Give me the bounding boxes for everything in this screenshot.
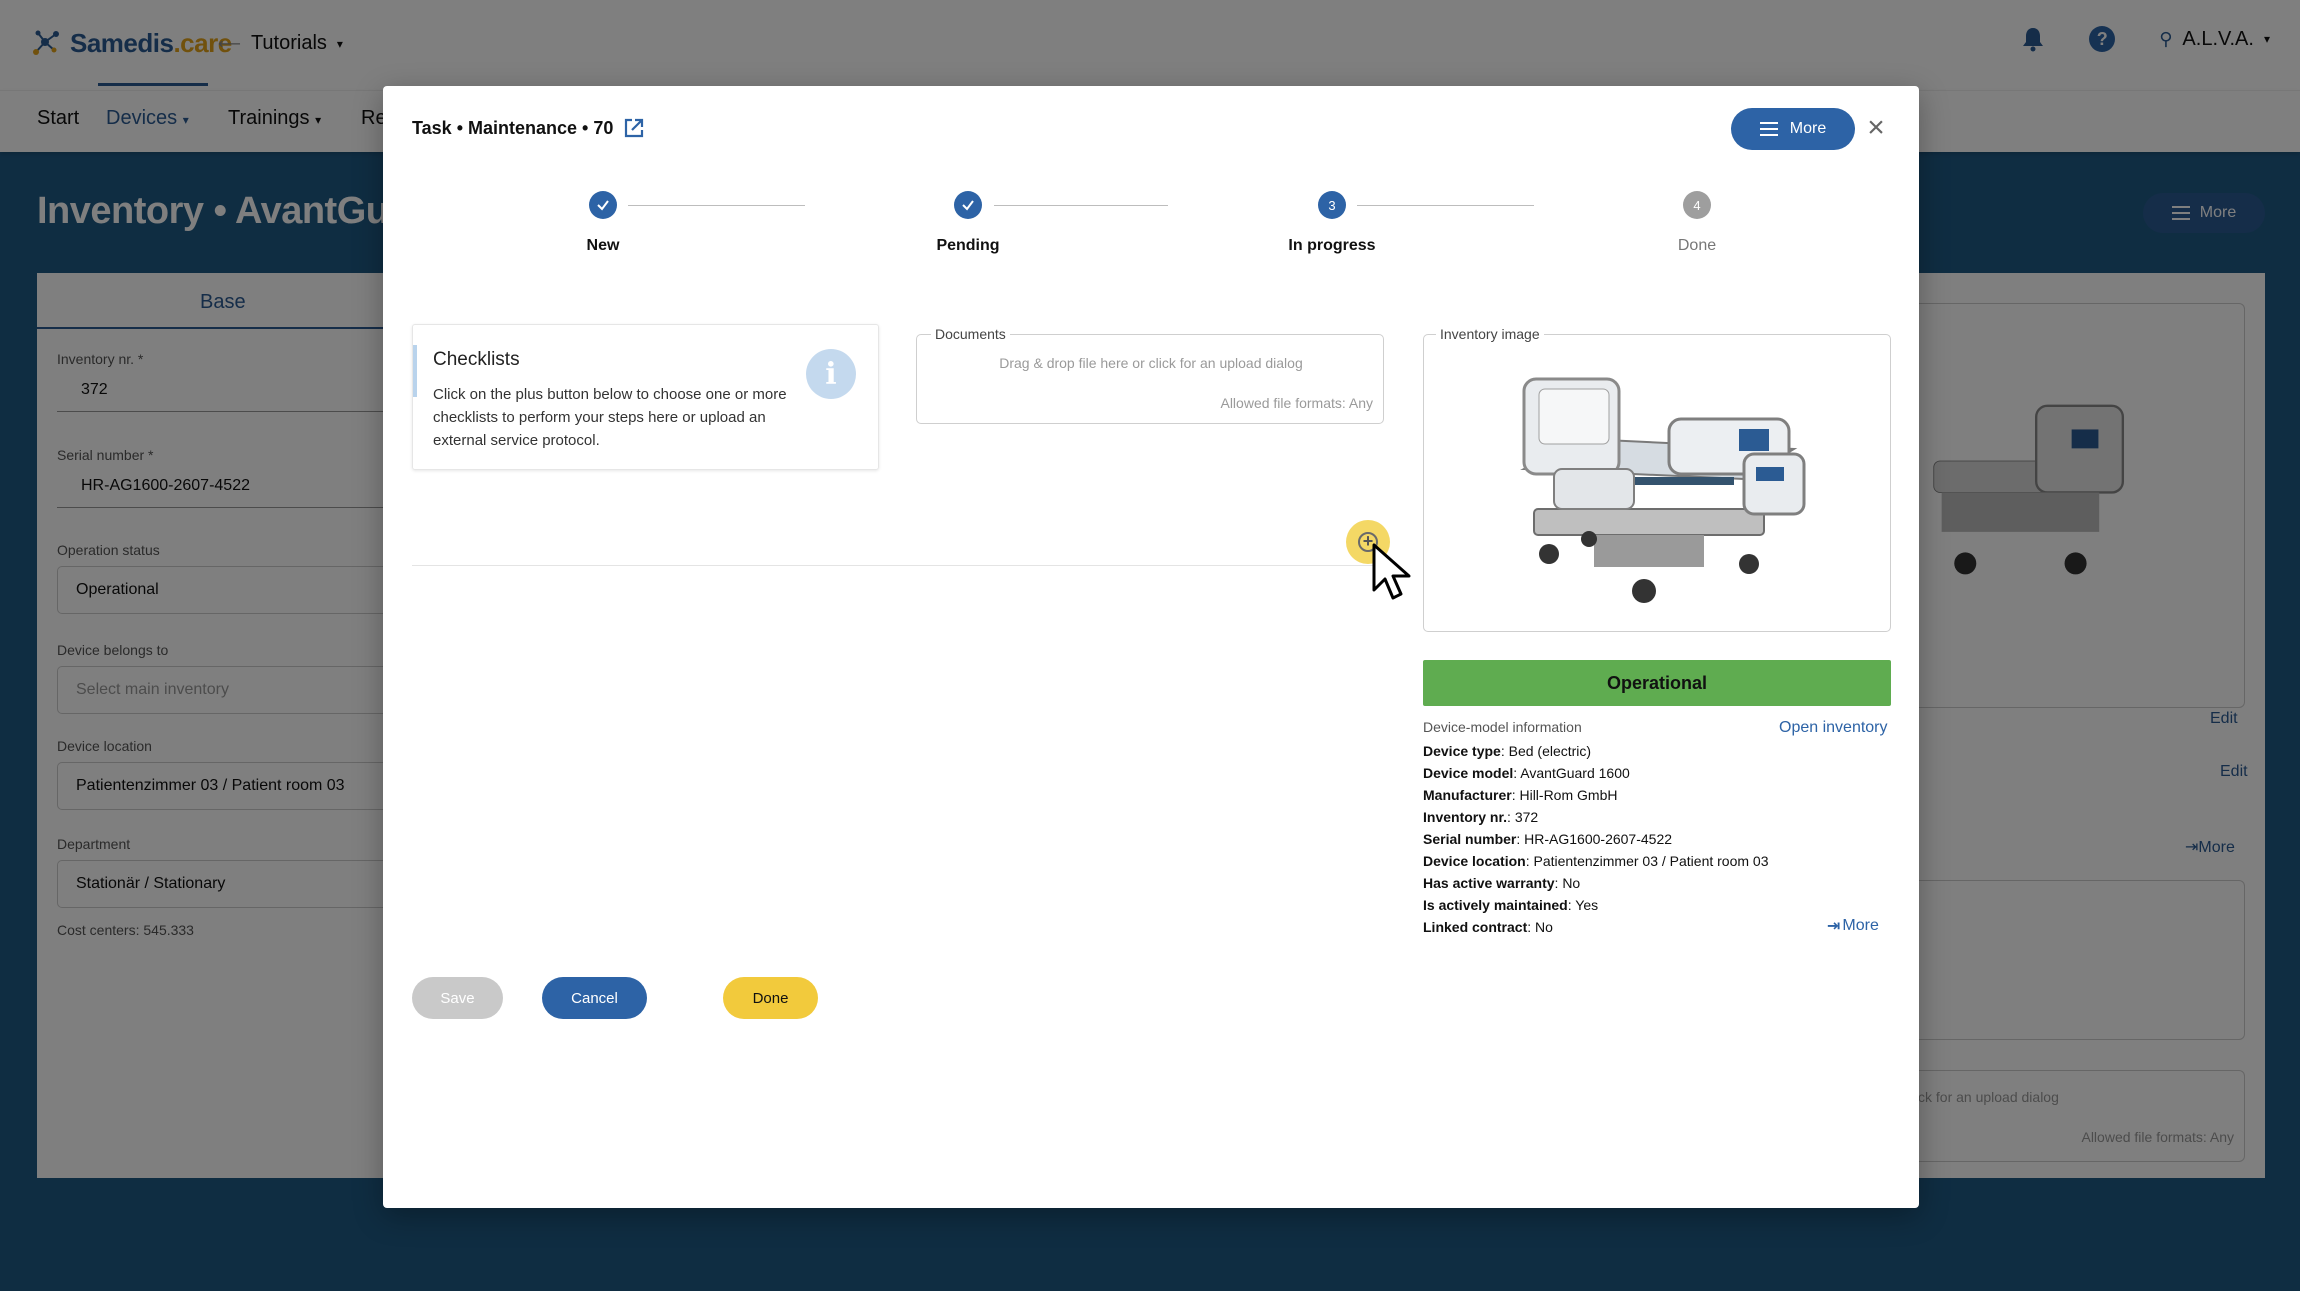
- inventory-image-frame: Inventory image: [1423, 326, 1891, 632]
- detail-row: Device type: Bed (electric): [1423, 743, 1592, 759]
- detail-row: Manufacturer: Hill-Rom GmbH: [1423, 787, 1618, 803]
- expand-icon: ⇥: [1827, 918, 1841, 935]
- detail-row: Inventory nr.: 372: [1423, 809, 1539, 825]
- checklists-info-card: Checklists Click on the plus button belo…: [412, 324, 879, 470]
- step-number: 4: [1683, 191, 1711, 219]
- detail-value: HR-AG1600-2607-4522: [1524, 831, 1673, 847]
- detail-label: Device location: [1423, 853, 1526, 869]
- step-label: New: [586, 237, 620, 254]
- divider: [412, 565, 1376, 566]
- device-model-heading: Device-model information: [1423, 719, 1582, 735]
- detail-value: AvantGuard 1600: [1520, 765, 1630, 781]
- detail-row: Device model: AvantGuard 1600: [1423, 765, 1630, 781]
- detail-label: Inventory nr.: [1423, 809, 1508, 825]
- operation-status-banner: Operational: [1423, 660, 1891, 706]
- save-button[interactable]: Save: [412, 977, 503, 1019]
- detail-value: Hill-Rom GmbH: [1519, 787, 1618, 803]
- step-label: Done: [1677, 237, 1717, 254]
- detail-label: Is actively maintained: [1423, 897, 1568, 913]
- dialog-title-text: Task • Maintenance • 70: [412, 117, 614, 138]
- check-icon: [954, 191, 982, 219]
- menu-icon: [1759, 122, 1778, 136]
- done-button[interactable]: Done: [723, 977, 818, 1019]
- detail-label: Manufacturer: [1423, 787, 1512, 803]
- detail-row: Is actively maintained: Yes: [1423, 897, 1599, 913]
- detail-label: Linked contract: [1423, 919, 1528, 935]
- step-in-progress[interactable]: 3 In progress: [1232, 189, 1432, 255]
- details-more-label: More: [1842, 917, 1879, 934]
- detail-label: Device type: [1423, 743, 1501, 759]
- detail-row: Linked contract: No: [1423, 919, 1553, 935]
- documents-allowed-formats: Allowed file formats: Any: [1220, 395, 1373, 411]
- task-stepper: New Pending 3 In progress 4 Done: [383, 189, 1919, 269]
- documents-dropzone[interactable]: Documents Drag & drop file here or click…: [916, 326, 1384, 424]
- info-icon: i: [806, 349, 856, 399]
- detail-label: Device model: [1423, 765, 1514, 781]
- detail-value: 372: [1514, 809, 1539, 825]
- checklists-description: Click on the plus button below to choose…: [433, 386, 787, 449]
- inventory-image-legend: Inventory image: [1436, 326, 1544, 342]
- dialog-more-label: More: [1789, 120, 1827, 137]
- documents-drop-text: Drag & drop file here or click for an up…: [999, 355, 1303, 371]
- checklists-title: Checklists: [433, 349, 520, 370]
- task-dialog: Task • Maintenance • 70 More × New Pendi…: [383, 86, 1919, 1208]
- step-label: In progress: [1288, 237, 1376, 254]
- documents-legend: Documents: [931, 326, 1010, 342]
- detail-value: Bed (electric): [1508, 743, 1592, 759]
- detail-value: No: [1535, 919, 1553, 935]
- dialog-title: Task • Maintenance • 70: [412, 117, 645, 139]
- detail-label: Serial number: [1423, 831, 1517, 847]
- detail-row: Has active warranty: No: [1423, 875, 1581, 891]
- details-more-link[interactable]: ⇥ More: [1827, 916, 1879, 936]
- check-icon: [589, 191, 617, 219]
- hospital-bed-image: [1520, 377, 1806, 603]
- step-number: 3: [1318, 191, 1346, 219]
- detail-value: Patientenzimmer 03 / Patient room 03: [1533, 853, 1769, 869]
- step-label: Pending: [936, 237, 1000, 254]
- step-pending[interactable]: Pending: [868, 189, 1068, 255]
- dialog-more-button[interactable]: More: [1731, 108, 1855, 150]
- detail-value: Yes: [1575, 897, 1599, 913]
- detail-row: Device location: Patientenzimmer 03 / Pa…: [1423, 853, 1769, 869]
- mouse-cursor-icon: [1372, 543, 1411, 600]
- close-icon[interactable]: ×: [1861, 113, 1891, 143]
- detail-row: Serial number: HR-AG1600-2607-4522: [1423, 831, 1673, 847]
- info-accent-bar: [413, 345, 417, 397]
- open-inventory-link[interactable]: Open inventory: [1779, 719, 1888, 737]
- detail-label: Has active warranty: [1423, 875, 1555, 891]
- device-details-list: Device type: Bed (electric) Device model…: [1423, 740, 1823, 938]
- open-in-new-icon[interactable]: [623, 117, 645, 139]
- detail-value: No: [1562, 875, 1581, 891]
- cancel-button[interactable]: Cancel: [542, 977, 647, 1019]
- step-new[interactable]: New: [503, 189, 703, 255]
- step-done[interactable]: 4 Done: [1597, 189, 1797, 255]
